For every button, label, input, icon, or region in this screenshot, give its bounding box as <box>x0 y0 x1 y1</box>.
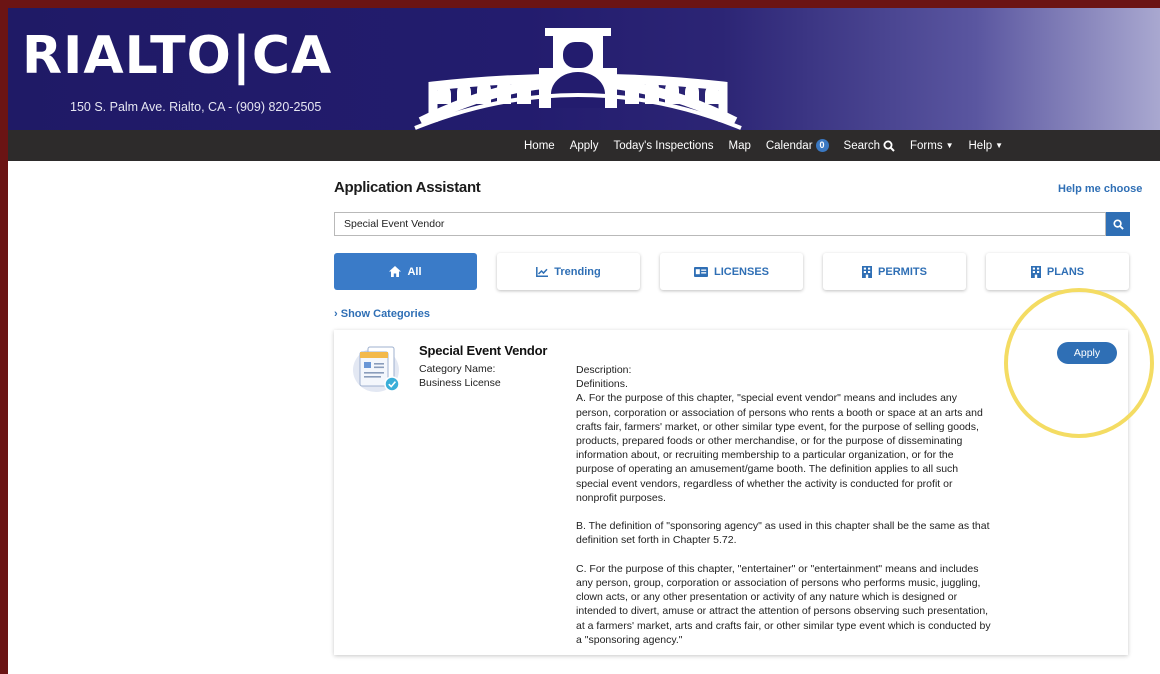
caret-down-icon: ▼ <box>995 141 1004 150</box>
search-icon <box>883 140 895 152</box>
calendar-count-badge: 0 <box>815 139 829 152</box>
show-categories-label: Show Categories <box>340 308 430 320</box>
tab-trending[interactable]: Trending <box>497 253 640 290</box>
result-description: Description: Definitions. A. For the pur… <box>576 363 992 647</box>
tab-licenses[interactable]: LICENSES <box>660 253 803 290</box>
description-paragraph-c: C. For the purpose of this chapter, "ent… <box>576 562 991 646</box>
search-icon <box>1112 218 1124 230</box>
trending-chart-icon <box>536 266 549 277</box>
tab-licenses-label: LICENSES <box>713 265 769 278</box>
page-frame: RIALTO|CA 150 S. Palm Ave. Rialto, CA - … <box>8 8 1160 674</box>
nav-help-dropdown[interactable]: Help ▼ <box>969 140 1004 152</box>
tab-permits-label: PERMITS <box>878 265 927 278</box>
tab-all-label: All <box>407 265 422 278</box>
tab-trending-label: Trending <box>554 265 601 278</box>
nav-search-label: Search <box>843 139 880 152</box>
search-input[interactable] <box>334 212 1106 236</box>
search-button[interactable] <box>1106 212 1130 236</box>
nav-map[interactable]: Map <box>728 140 750 152</box>
description-heading: Definitions. <box>576 378 628 391</box>
description-paragraph-b: B. The definition of "sponsoring agency"… <box>576 520 990 547</box>
home-icon <box>389 266 402 277</box>
help-me-choose-link[interactable]: Help me choose <box>1058 183 1142 195</box>
caret-down-icon: ▼ <box>945 141 954 150</box>
nav-calendar-label: Calendar <box>765 139 813 152</box>
tab-plans[interactable]: PLANS <box>986 253 1129 290</box>
document-check-icon <box>353 346 400 392</box>
nav-help-label: Help <box>968 139 993 152</box>
header-address: 150 S. Palm Ave. Rialto, CA - (909) 820-… <box>70 100 322 114</box>
site-header: RIALTO|CA 150 S. Palm Ave. Rialto, CA - … <box>8 8 1160 130</box>
category-name-label: Category Name: <box>419 363 496 375</box>
main-navbar: Home Apply Today's Inspections Map Calen… <box>8 130 1160 161</box>
site-logo[interactable]: RIALTO|CA <box>22 26 332 86</box>
rialto-bridge-icon <box>414 28 742 130</box>
category-name-value: Business License <box>419 377 501 389</box>
tab-plans-label: PLANS <box>1046 265 1085 278</box>
description-paragraph-a: A. For the purpose of this chapter, "spe… <box>576 392 983 504</box>
page-title: Application Assistant <box>334 179 481 196</box>
nav-forms-label: Forms <box>909 139 943 152</box>
chevron-right-icon: › <box>334 308 338 320</box>
nav-todays-inspections[interactable]: Today's Inspections <box>613 140 713 152</box>
nav-apply[interactable]: Apply <box>570 140 599 152</box>
show-categories-link[interactable]: › Show Categories <box>334 308 430 320</box>
nav-menu: Home Apply Today's Inspections Map Calen… <box>524 130 1018 161</box>
tab-all[interactable]: All <box>334 253 477 290</box>
tab-permits[interactable]: PERMITS <box>823 253 966 290</box>
description-label: Description: <box>576 364 632 376</box>
highlight-circle-annotation <box>1004 288 1154 438</box>
nav-search[interactable]: Search <box>844 140 895 152</box>
nav-forms-dropdown[interactable]: Forms ▼ <box>910 140 954 152</box>
result-title[interactable]: Special Event Vendor <box>419 343 547 358</box>
nav-calendar[interactable]: Calendar 0 <box>766 139 829 152</box>
id-card-icon <box>693 266 708 277</box>
building-icon <box>862 265 873 278</box>
nav-home[interactable]: Home <box>524 140 555 152</box>
building-icon <box>1030 265 1041 278</box>
